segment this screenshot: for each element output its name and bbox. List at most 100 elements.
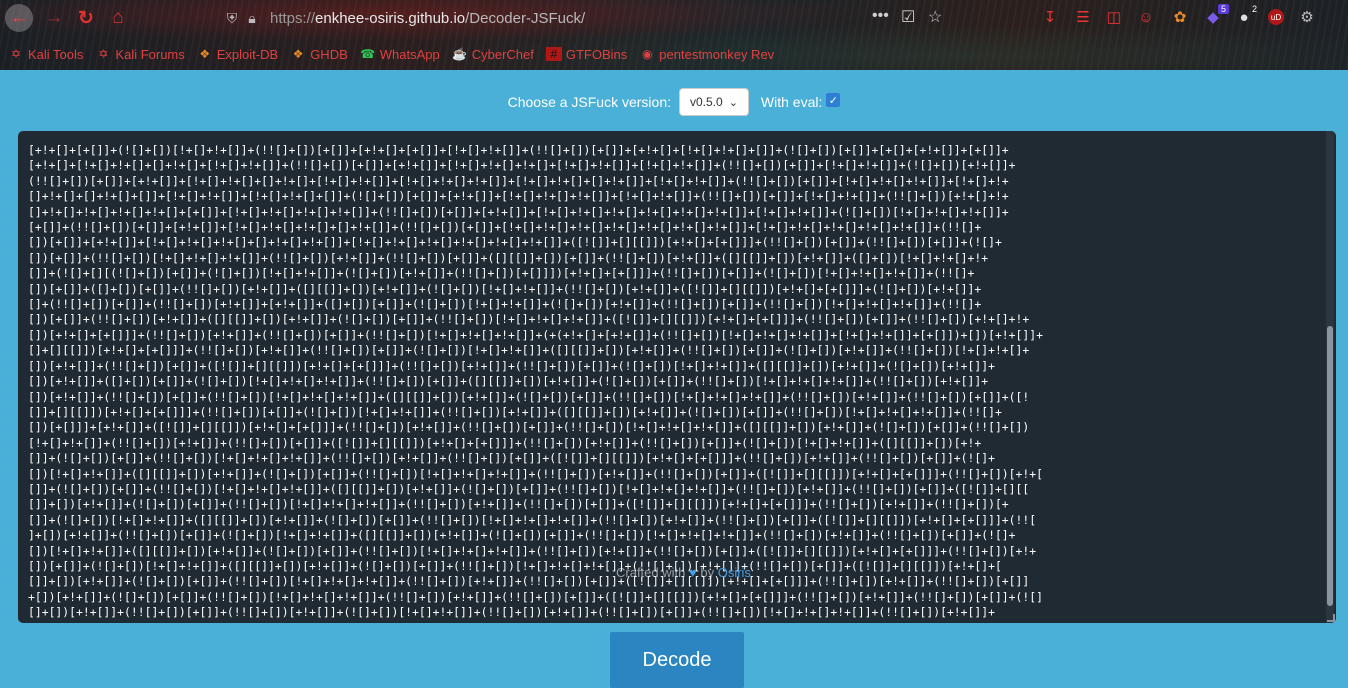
eval-label: With eval: <box>760 94 823 110</box>
home-icon: ⌂ <box>112 7 124 28</box>
cyberchef-icon: ☕ <box>452 47 468 61</box>
code-line: []+!+[]+[]+!+[]+[]]+[!+[]+!+[]]+[!+[]+!+… <box>28 189 1009 204</box>
foxyproxy-icon[interactable]: ✿ <box>1170 6 1190 28</box>
bookmark-label: GHDB <box>310 46 348 62</box>
pocket-icon[interactable]: ☑ <box>901 7 915 27</box>
scrollbar-thumb[interactable] <box>1327 326 1333 606</box>
eval-checkbox[interactable]: ✓ <box>826 93 841 107</box>
version-controls: Choose a JSFuck version: v0.5.0 ⌄ With e… <box>0 88 1348 116</box>
version-value: v0.5.0 <box>690 95 723 109</box>
back-button[interactable]: ← <box>5 4 33 32</box>
tracking-shield-icon[interactable]: ⛨ <box>222 10 242 27</box>
code-line: [])[+[]]+(!![]+[])[!+[]+!+[]+!+[]]+(!![]… <box>28 250 989 265</box>
whatsapp-icon: ☎ <box>360 47 376 61</box>
credit-by: by <box>700 565 715 580</box>
bookmarks-bar: ✡ Kali Tools ✡ Kali Forums ❖ Exploit-DB ❖ GH… <box>8 45 786 63</box>
checkmark-icon: ✓ <box>828 94 838 107</box>
bookmark-label: Exploit-DB <box>216 46 279 62</box>
code-line: [+[]]+(!![]+[])[+[]]+[+!+[]]+[!+[]+!+[]+… <box>28 220 982 235</box>
code-line: []+[])[+!+[]]+(!![]+[])[+[]]+(!![]+[])[+… <box>28 605 995 620</box>
code-line: [])[!+[]+!+[]]+([][[]]+[])[+!+[]]+(![]+[… <box>28 466 1043 481</box>
cookie-icon[interactable]: ● 2 <box>1234 4 1257 28</box>
bookmark-whatsapp[interactable]: ☎ WhatsApp <box>360 46 440 62</box>
code-line: (!![]+[])[+[]]+[+!+[]]+[!+[]+!+[]+[]+!+[… <box>28 173 1009 188</box>
code-line: []]+[])[+!+[]]+(![]+[])[+[]]+(!![]+[])[!… <box>28 497 1009 512</box>
reload-button[interactable]: ↻ <box>72 4 100 32</box>
code-line: [])[!+[]+!+[]]+([][[]]+[])[+!+[]]+(![]+[… <box>28 543 1037 558</box>
code-text: [+!+[]+[+[]]+(![]+[])[!+[]+!+[]]+(!![]+[… <box>28 143 1314 623</box>
code-line: [+!+[]+[!+[]+!+[]+[]+!+[]+[!+[]+!+[]]+(!… <box>28 158 1016 173</box>
code-line: []+(!![]+[][(![]+[])[+[]]+(![]+[])[!+[]+… <box>28 621 1314 623</box>
code-line: [])[+[]]+([]+[])[+[]]+(!![]+[])[+!+[]]+(… <box>28 281 982 296</box>
url-text[interactable]: https://enkhee-osiris.github.io/Decoder-… <box>270 10 585 27</box>
url-protocol: https:// <box>270 9 316 27</box>
code-line: []+[][[]])[+!+[]+[+[]]]+(!![]+[])[+!+[]]… <box>28 343 1030 358</box>
code-line: []]+(![]+[])[+[]]+(!![]+[])[!+[]+!+[]+!+… <box>28 481 1030 496</box>
bookmark-label: Kali Tools <box>28 46 84 62</box>
bookmark-kali-forums[interactable]: ✡ Kali Forums <box>95 47 184 62</box>
code-line: []+(!![]+[])[+[]]+(!![]+[])[+!+[]]+[+!+[… <box>28 297 982 312</box>
extension-badge: 5 <box>1217 4 1229 14</box>
bookmark-gtfobins[interactable]: # GTFOBins <box>545 46 628 62</box>
decode-button[interactable]: Decode <box>610 632 744 688</box>
resize-handle[interactable] <box>1327 614 1335 622</box>
code-line: ]+[])[+!+[]]+(!![]+[])[+[]]+(![]+[])[!+[… <box>28 528 1016 543</box>
reload-icon: ↻ <box>78 7 94 29</box>
account-icon[interactable]: ☺ <box>1136 6 1156 28</box>
sidebar-icon[interactable]: ◫ <box>1104 6 1124 28</box>
arrow-left-icon: ← <box>9 7 29 28</box>
code-line: [])[+[]]]+[+!+[]]+([![]]+[][[]])[+!+[]+[… <box>28 420 1030 435</box>
page-actions-icon[interactable]: ••• <box>872 7 889 25</box>
version-label: Choose a JSFuck version: <box>507 94 671 110</box>
code-line: []]+(![]+[][(![]+[])[+[]]+(![]+[])[!+[]+… <box>28 266 975 281</box>
bookmark-cyberchef[interactable]: ☕ CyberChef <box>452 47 534 62</box>
chevron-down-icon: ⌄ <box>728 96 738 109</box>
version-select[interactable]: v0.5.0 ⌄ <box>679 88 749 116</box>
code-line: [+!+[]+[+[]]+(![]+[])[!+[]+!+[]]+(!![]+[… <box>28 143 1009 157</box>
gtfobins-icon: # <box>545 47 562 61</box>
kali-dragon-icon: ✡ <box>98 47 109 61</box>
forward-button[interactable]: → <box>40 4 68 32</box>
code-line: []+!+[]+!+[]+!+[]+!+[]+[+[]]+[!+[]+!+[]+… <box>28 204 1009 219</box>
downloads-icon[interactable]: ↧ <box>1040 6 1060 28</box>
bookmark-exploit-db[interactable]: ❖ Exploit-DB <box>197 47 278 62</box>
code-line: []]+(![]+[])[+[]]+(!![]+[])[!+[]+!+[]+!+… <box>28 451 995 466</box>
code-line: [])[+[]]+[+!+[]]+[!+[]+!+[]+!+[]+[]+!+[]… <box>28 235 1002 250</box>
url-path: /Decoder-JSFuck/ <box>465 9 586 27</box>
code-line: [])[+!+[]]+([]+[])[+[]]+(![]+[])[!+[]+!+… <box>28 374 989 389</box>
code-textarea[interactable]: [+!+[]+[+[]]+(![]+[])[!+[]+!+[]]+(!![]+[… <box>18 131 1336 623</box>
menu-icon[interactable]: ⚙ <box>1297 6 1317 28</box>
cookie-badge: 2 <box>1251 4 1257 14</box>
exploitdb-icon: ❖ <box>199 47 211 61</box>
code-line: [])[+!+[]]+(!![]+[])[+[]]+([![]]+[][[]])… <box>28 358 995 373</box>
code-line: [!+[]+!+[]]+(!![]+[])[+!+[]]+(!![]+[])[+… <box>28 435 982 450</box>
bookmark-kali-tools[interactable]: ✡ Kali Tools <box>8 47 83 62</box>
bookmark-pentestmonkey[interactable]: ◉ pentestmonkey Rev <box>639 47 774 62</box>
bookmark-label: GTFOBins <box>565 46 628 62</box>
bookmark-star-icon[interactable]: ☆ <box>928 7 942 27</box>
footer-credit: Crafted with ♥ by Osiris <box>616 565 751 580</box>
bookmark-ghdb[interactable]: ❖ GHDB <box>290 47 348 62</box>
library-icon[interactable]: ☰ <box>1073 6 1093 28</box>
code-line: []]+(![]+[])[!+[]+!+[]]+([][[]]+[])[+!+[… <box>28 512 1037 527</box>
author-link[interactable]: Osiris <box>718 565 751 580</box>
bookmark-label: Kali Forums <box>115 46 185 62</box>
ghdb-icon: ❖ <box>292 47 304 61</box>
code-line: [])[+!+[]]+(!![]+[])[+[]]+(!![]+[])[!+[]… <box>28 389 1030 404</box>
heart-icon: ♥ <box>689 565 697 580</box>
home-button[interactable]: ⌂ <box>104 4 132 32</box>
browser-toolbar: ← → ↻ ⌂ ⛨ 🔒︎ https://enkhee-osiris.githu… <box>0 0 1348 70</box>
ublock-icon[interactable]: uD <box>1266 6 1286 28</box>
lock-icon[interactable]: 🔒︎ <box>242 10 262 27</box>
url-host: enkhee-osiris.github.io <box>315 9 466 27</box>
bookmark-label: pentestmonkey Rev <box>659 46 775 62</box>
extension-icon[interactable]: ◆ 5 <box>1203 4 1229 28</box>
code-line: [])[+!+[]+[+[]]]+(!![]+[])[+!+[]]+(!![]+… <box>28 327 1043 342</box>
credit-prefix: Crafted with <box>616 565 686 580</box>
bookmark-label: CyberChef <box>471 46 534 62</box>
bookmark-label: WhatsApp <box>379 46 440 62</box>
code-line: +[])[+!+[]]+(![]+[])[+[]]+(!![]+[])[!+[]… <box>28 589 1043 604</box>
code-line: []]+[][[]])[+!+[]+[+[]]]+(!![]+[])[+[]]+… <box>28 404 1002 419</box>
address-bar[interactable]: ⛨ 🔒︎ https://enkhee-osiris.github.io/Dec… <box>222 6 962 30</box>
arrow-right-icon: → <box>44 7 64 28</box>
